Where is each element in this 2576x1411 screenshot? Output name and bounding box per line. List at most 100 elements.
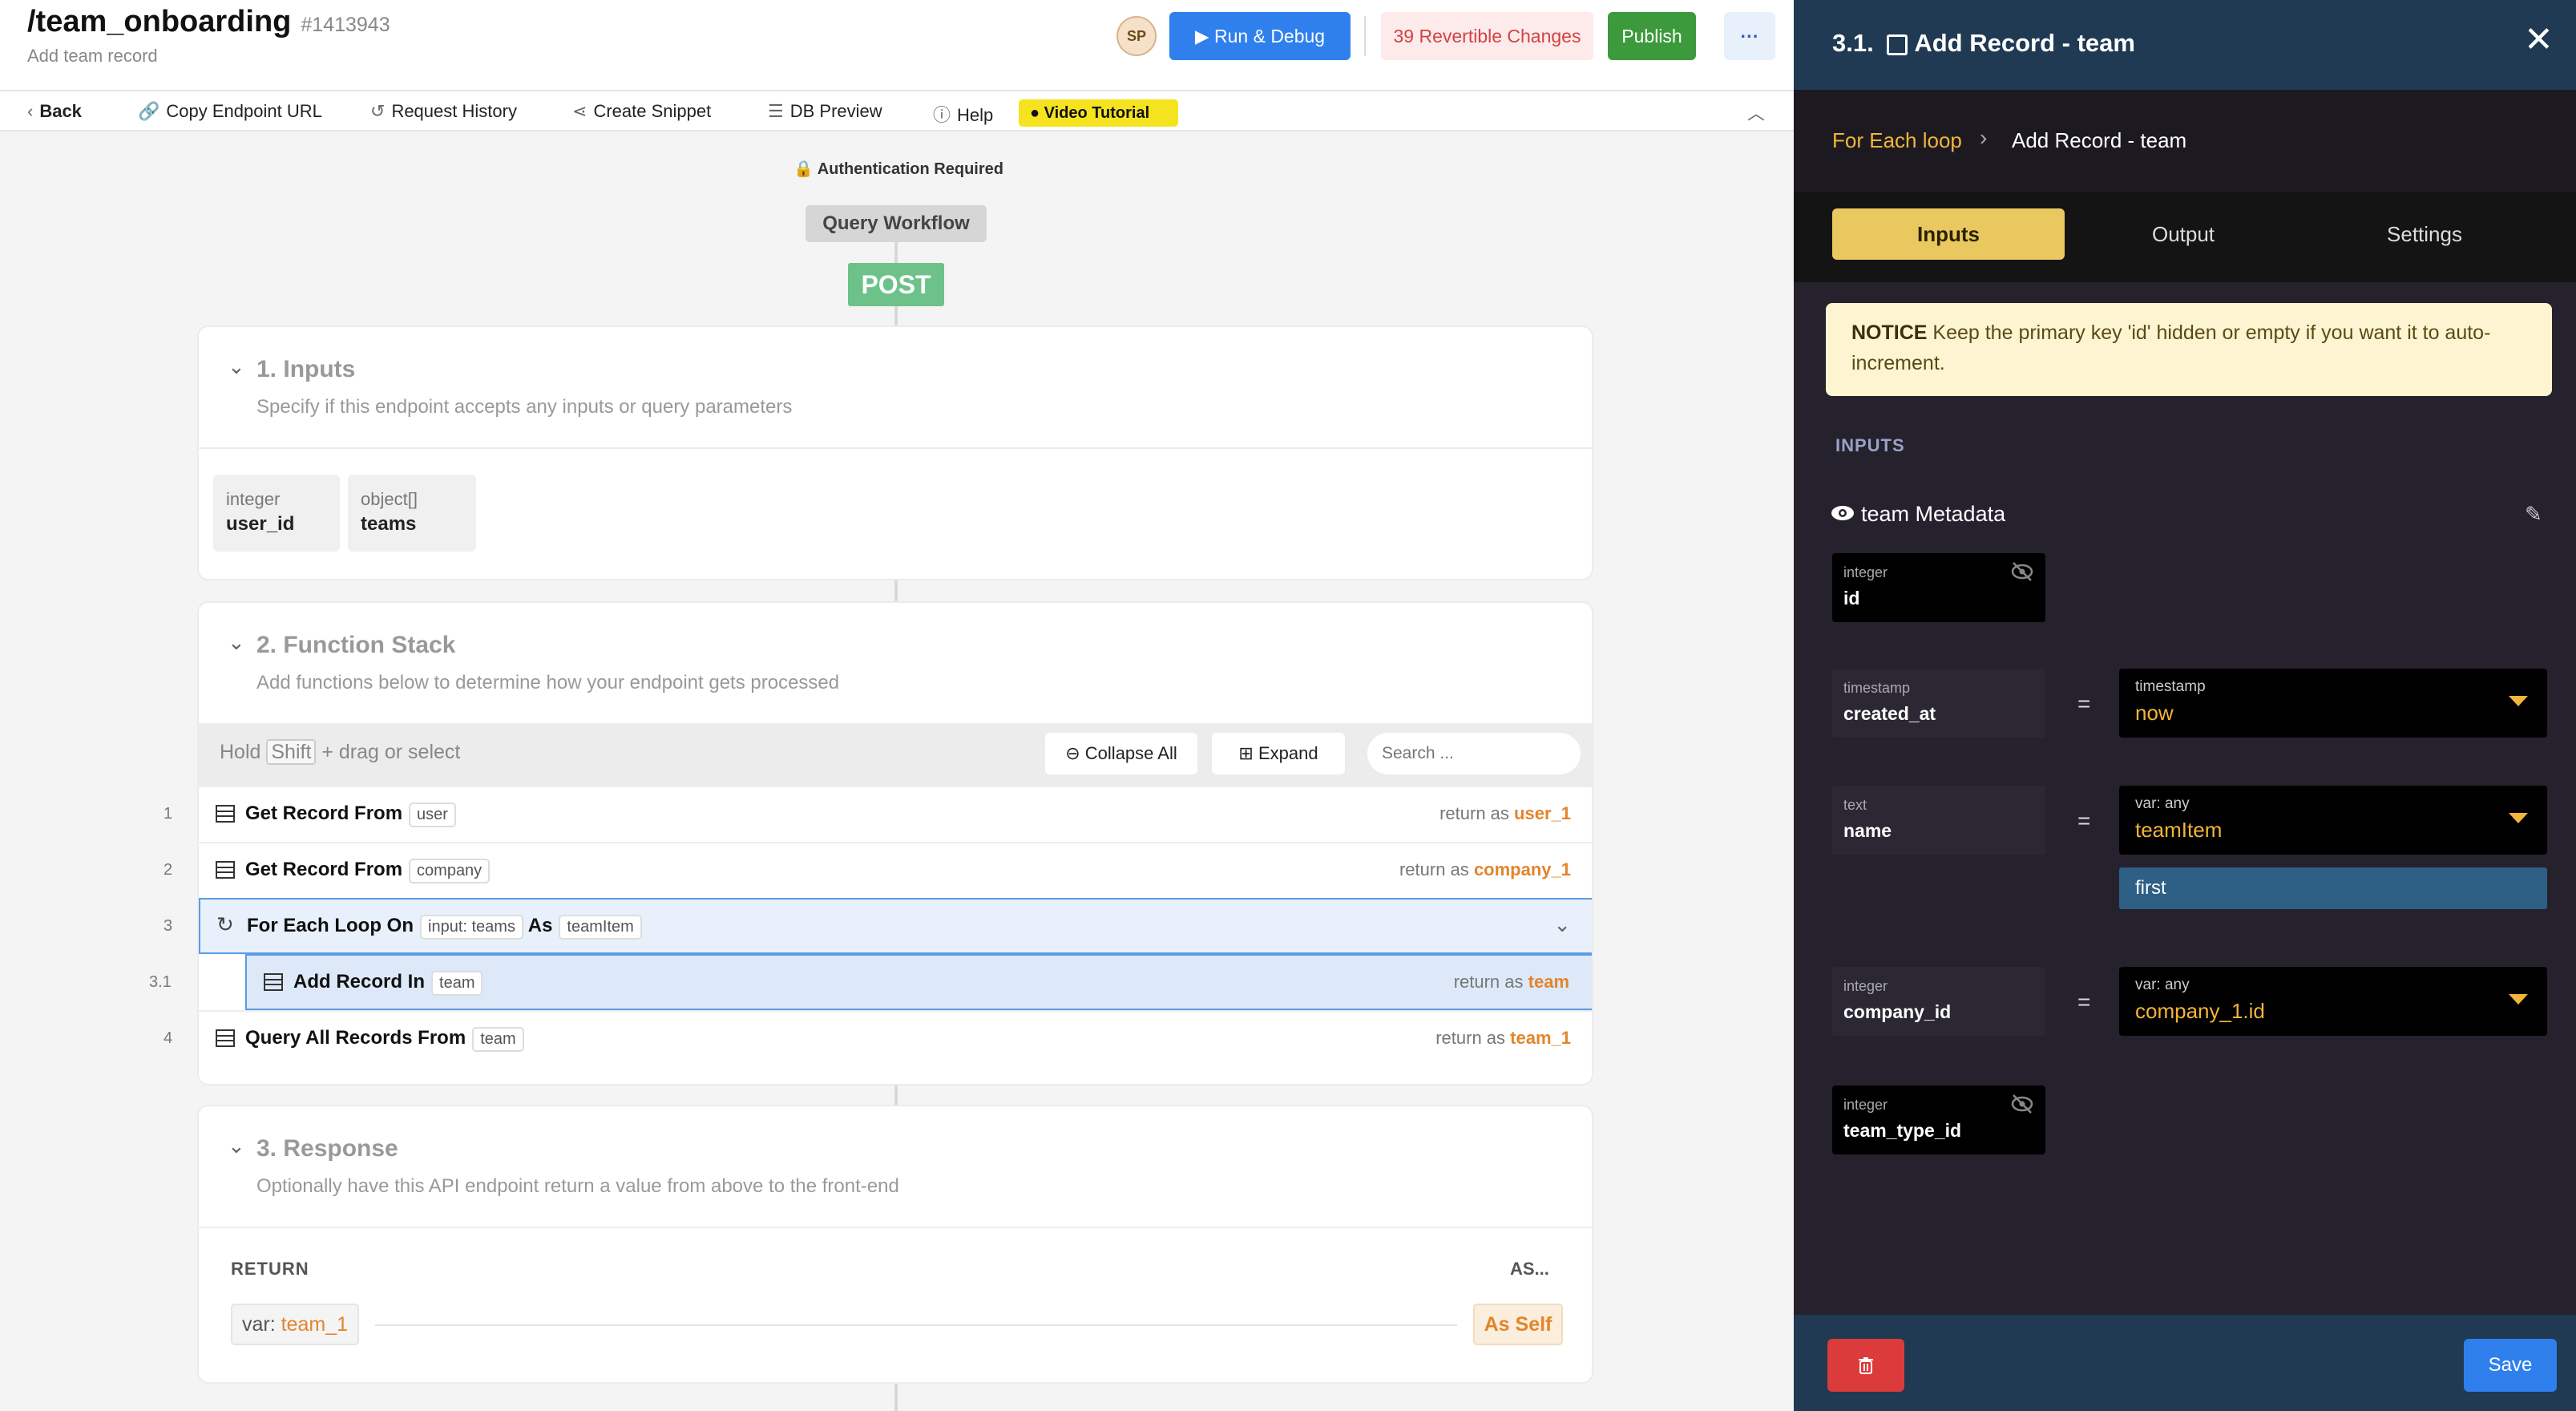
field-name: company_id [1843,1001,1952,1022]
field-team-type-id[interactable]: integer team_type_id [1832,1086,2045,1154]
return-var: team [1528,972,1569,992]
function-label: For Each Loop On input: teams As teamItem [247,915,642,940]
var-prefix: var: [242,1313,276,1336]
chevron-down-icon[interactable]: ⌄ [228,630,245,655]
hint-hold: Hold [220,741,261,763]
input-item[interactable]: integer user_id [213,475,340,552]
chevron-up-icon[interactable]: ︿ [1747,99,1765,125]
loop-input-tag: input: teams [420,915,523,940]
function-name: Get Record From [245,803,403,824]
drag-hint: Hold Shift + drag or select [220,739,461,765]
as-label: AS... [1510,1259,1549,1279]
save-button[interactable]: Save [2464,1339,2557,1392]
return-as: return as team [1454,972,1569,993]
function-name: Add Record In [293,971,426,993]
divider [199,447,1592,449]
run-debug-button[interactable]: ▶ Run & Debug [1169,12,1351,60]
expand-button[interactable]: ⊞ Expand [1212,733,1345,774]
help-button[interactable]: ⓘ Help [933,101,993,127]
request-history-button[interactable]: ↺ Request History [370,101,517,122]
history-label: Request History [391,101,517,121]
field-id[interactable]: integer id [1832,553,2045,622]
function-row[interactable]: Query All Records From team return as tea… [199,1010,1592,1066]
chevron-down-icon[interactable]: ⌄ [228,1134,245,1158]
section-description: Add functions below to determine how you… [256,672,840,693]
return-var-name: team_1 [281,1313,349,1336]
value-dropdown-created-at[interactable]: timestamp now [2119,669,2547,738]
breadcrumb-parent[interactable]: For Each loop [1832,128,1962,153]
section-title: 2. Function Stack [256,632,456,658]
pencil-icon[interactable]: ✎ [2525,502,2542,527]
equals-sign: = [2077,691,2091,716]
eye-off-icon[interactable] [2010,1094,2034,1114]
flow-connector [894,577,898,601]
return-label: return as [1439,803,1509,823]
page-title: /team_onboarding #1413943 [27,5,390,39]
return-var: company_1 [1473,859,1571,879]
method-badge[interactable]: POST [848,263,944,306]
flow-connector [894,1379,898,1411]
as-self-button[interactable]: As Self [1473,1304,1563,1345]
table-icon [264,973,283,991]
loop-icon: ↻ [216,912,234,936]
expand-label: Expand [1258,743,1318,763]
row-number: 1 [164,805,173,823]
return-label: RETURN [231,1259,309,1279]
function-row-selected[interactable]: Add Record In team return as team [245,954,1592,1010]
collapse-all-button[interactable]: ⊖ Collapse All [1045,733,1197,774]
run-debug-label: Run & Debug [1214,26,1326,46]
video-tutorial-button[interactable]: ● Video Tutorial [1019,99,1178,127]
chevron-down-icon[interactable]: ⌄ [1553,912,1571,937]
function-row[interactable]: Get Record From company return as company… [199,842,1592,898]
auth-text: Authentication Required [817,160,1003,178]
field-company-id: integer company_id [1832,967,2045,1036]
table-icon [1887,34,1908,55]
eye-off-icon[interactable] [2010,561,2034,582]
db-preview-button[interactable]: ☰ DB Preview [768,101,882,122]
delete-button[interactable] [1827,1339,1904,1392]
section-title: 3. Response [256,1135,398,1162]
eye-icon[interactable] [1831,505,1855,521]
return-as: return as user_1 [1439,803,1571,824]
row-number: 3 [164,917,173,935]
search-input[interactable] [1367,733,1581,774]
field-type: timestamp [1843,680,1911,696]
table-tag: user [409,803,456,827]
revertible-changes-button[interactable]: 39 Revertible Changes [1381,12,1593,60]
back-button[interactable]: ‹ Back [27,101,82,122]
function-name: For Each Loop On [247,915,414,936]
inputs-heading: INPUTS [1835,435,1905,455]
shift-key: Shift [266,739,317,765]
create-snippet-button[interactable]: ⋖ Create Snippet [572,101,711,122]
publish-button[interactable]: Publish [1608,12,1696,60]
value-text: teamItem [2135,818,2223,842]
copy-endpoint-url-button[interactable]: 🔗 Copy Endpoint URL [138,101,322,122]
function-row-loop[interactable]: ↻ For Each Loop On input: teams As teamIte… [199,898,1592,954]
filter-chip[interactable]: first [2119,867,2547,909]
section-description: Specify if this endpoint accepts any inp… [256,396,793,418]
table-icon [216,1029,235,1047]
row-number: 2 [164,861,173,879]
field-name: created_at [1843,703,1936,724]
function-label: Query All Records From team [245,1027,524,1052]
field-type: text [1843,797,1867,813]
return-var[interactable]: var: team_1 [231,1304,360,1345]
value-dropdown-name[interactable]: var: any teamItem [2119,786,2547,855]
field-name: team_type_id [1843,1120,1962,1141]
avatar[interactable]: SP [1116,16,1157,56]
close-icon[interactable]: ✕ [2524,22,2554,58]
tab-settings[interactable]: Settings [2308,208,2541,260]
more-button[interactable]: ··· [1724,12,1775,60]
return-label: return as [1399,859,1469,879]
tab-inputs[interactable]: Inputs [1832,208,2065,260]
hint-rest: + drag or select [321,741,461,763]
input-item[interactable]: object[] teams [348,475,476,552]
function-row[interactable]: Get Record From user return as user_1 [199,786,1592,842]
value-text: company_1.id [2135,999,2265,1023]
tab-output[interactable]: Output [2067,208,2299,260]
return-as: return as team_1 [1435,1028,1571,1049]
chevron-down-icon[interactable]: ⌄ [228,354,245,379]
caret-down-icon [2509,813,2528,823]
value-dropdown-company-id[interactable]: var: any company_1.id [2119,967,2547,1036]
field-type: integer [1843,1097,1888,1113]
